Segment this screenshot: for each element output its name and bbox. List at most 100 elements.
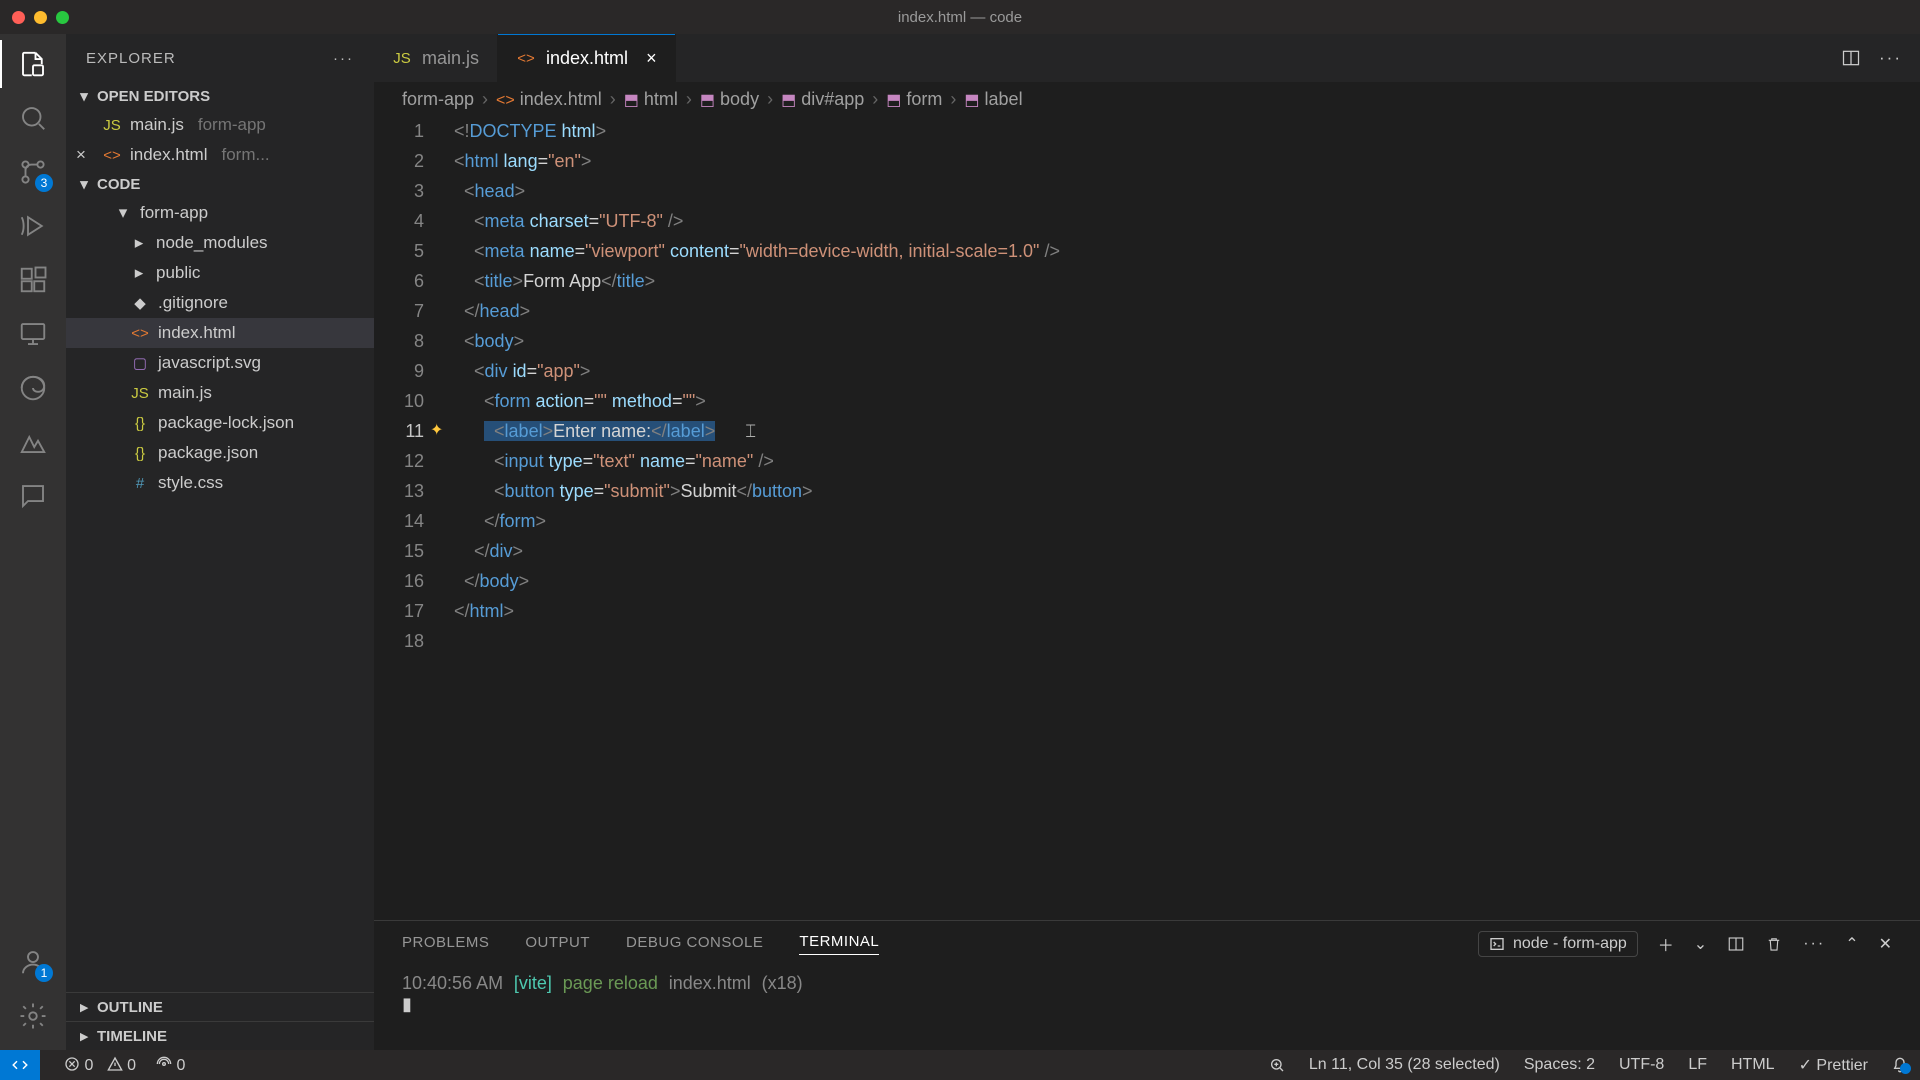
outline-section[interactable]: ▸ OUTLINE: [66, 992, 374, 1021]
search-activity-icon[interactable]: [15, 100, 51, 136]
panel-tab[interactable]: OUTPUT: [525, 934, 590, 955]
eol-status[interactable]: LF: [1688, 1056, 1707, 1074]
panel-tab[interactable]: TERMINAL: [799, 933, 879, 955]
file-icon: {}: [130, 415, 150, 432]
more-actions-icon[interactable]: ···: [1879, 48, 1902, 68]
remote-activity-icon[interactable]: [15, 316, 51, 352]
breadcrumb-item[interactable]: <> index.html: [496, 89, 602, 110]
split-editor-icon[interactable]: [1841, 48, 1861, 68]
terminal-process-select[interactable]: node - form-app: [1478, 931, 1638, 957]
code-line[interactable]: </div>: [454, 536, 1920, 566]
file-item[interactable]: <>index.html: [66, 318, 374, 348]
breadcrumb-item[interactable]: ⬒ form: [886, 89, 942, 110]
code-line[interactable]: <title>Form App</title>: [454, 266, 1920, 296]
breadcrumb-item[interactable]: ⬒ html: [624, 89, 678, 110]
close-window-button[interactable]: [12, 11, 25, 24]
chevron-right-icon: ▸: [75, 1027, 93, 1045]
code-line[interactable]: [454, 626, 1920, 656]
terminal-output[interactable]: 10:40:56 AM [vite] page reload index.htm…: [374, 967, 1920, 1050]
file-icon: <>: [516, 50, 536, 67]
chevron-right-icon: ▸: [130, 264, 148, 282]
explorer-activity-icon[interactable]: [15, 46, 51, 82]
file-item[interactable]: {}package-lock.json: [66, 408, 374, 438]
minimize-window-button[interactable]: [34, 11, 47, 24]
open-editor-item[interactable]: JSmain.jsform-app: [66, 110, 374, 140]
breadcrumb-item[interactable]: ⬒ body: [700, 89, 759, 110]
file-icon: JS: [130, 385, 150, 402]
panel-more-icon[interactable]: ···: [1803, 935, 1825, 953]
accounts-activity-icon[interactable]: 1: [15, 944, 51, 980]
breadcrumb-item[interactable]: ⬒ label: [964, 89, 1022, 110]
file-item[interactable]: #style.css: [66, 468, 374, 498]
extensions-activity-icon[interactable]: [15, 262, 51, 298]
code-line[interactable]: <head>: [454, 176, 1920, 206]
remote-indicator[interactable]: [0, 1050, 40, 1080]
testing-activity-icon[interactable]: [15, 424, 51, 460]
cursor-position-status[interactable]: Ln 11, Col 35 (28 selected): [1309, 1056, 1500, 1074]
file-item[interactable]: JSmain.js: [66, 378, 374, 408]
file-item[interactable]: {}package.json: [66, 438, 374, 468]
breadcrumb[interactable]: form-app›<> index.html›⬒ html›⬒ body›⬒ d…: [374, 82, 1920, 116]
problems-status[interactable]: 0 0: [64, 1056, 136, 1075]
code-line[interactable]: <button type="submit">Submit</button>: [454, 476, 1920, 506]
account-badge: 1: [35, 964, 53, 982]
maximize-window-button[interactable]: [56, 11, 69, 24]
code-line[interactable]: ✦ <label>Enter name:</label> ⌶: [454, 416, 1920, 446]
source-control-activity-icon[interactable]: 3: [15, 154, 51, 190]
file-item[interactable]: ▢javascript.svg: [66, 348, 374, 378]
breadcrumb-item[interactable]: ⬒ div#app: [781, 89, 864, 110]
code-line[interactable]: </body>: [454, 566, 1920, 596]
code-line[interactable]: </head>: [454, 296, 1920, 326]
run-debug-activity-icon[interactable]: [15, 208, 51, 244]
maximize-panel-icon[interactable]: ⌃: [1845, 934, 1858, 954]
editor-tab[interactable]: <>index.html×: [498, 34, 676, 82]
kill-terminal-icon[interactable]: [1765, 935, 1783, 953]
close-panel-icon[interactable]: ✕: [1879, 934, 1892, 954]
file-item[interactable]: ◆.gitignore: [66, 288, 374, 318]
settings-activity-icon[interactable]: [15, 998, 51, 1034]
folder-item[interactable]: ▸public: [66, 258, 374, 288]
code-line[interactable]: </form>: [454, 506, 1920, 536]
window-title: index.html — code: [898, 9, 1022, 26]
sidebar-more-icon[interactable]: ···: [333, 50, 354, 67]
prettier-status[interactable]: ✓ Prettier: [1799, 1055, 1868, 1075]
edge-activity-icon[interactable]: [15, 370, 51, 406]
indentation-status[interactable]: Spaces: 2: [1524, 1056, 1595, 1074]
encoding-status[interactable]: UTF-8: [1619, 1056, 1664, 1074]
open-editor-item[interactable]: ×<>index.htmlform...: [66, 140, 374, 170]
code-editor[interactable]: 123456789101112131415161718 <!DOCTYPE ht…: [374, 116, 1920, 920]
panel-tab[interactable]: PROBLEMS: [402, 934, 489, 955]
terminal-dropdown-icon[interactable]: ⌄: [1694, 934, 1707, 954]
file-icon: <>: [130, 325, 150, 342]
code-line[interactable]: <html lang="en">: [454, 146, 1920, 176]
code-line[interactable]: <input type="text" name="name" />: [454, 446, 1920, 476]
close-tab-icon[interactable]: ×: [646, 48, 657, 69]
scm-badge: 3: [35, 174, 53, 192]
code-line[interactable]: <form action="" method="">: [454, 386, 1920, 416]
timeline-section[interactable]: ▸ TIMELINE: [66, 1021, 374, 1050]
file-icon: <>: [102, 147, 122, 164]
code-line[interactable]: <!DOCTYPE html>: [454, 116, 1920, 146]
code-line[interactable]: <meta charset="UTF-8" />: [454, 206, 1920, 236]
new-terminal-icon[interactable]: ＋: [1658, 932, 1674, 956]
comment-activity-icon[interactable]: [15, 478, 51, 514]
code-line[interactable]: <meta name="viewport" content="width=dev…: [454, 236, 1920, 266]
open-editors-section[interactable]: ▾ OPEN EDITORS: [66, 82, 374, 110]
folder-item[interactable]: ▸node_modules: [66, 228, 374, 258]
folder-form-app[interactable]: ▾ form-app: [66, 198, 374, 228]
notifications-icon[interactable]: [1892, 1057, 1908, 1073]
panel-tab[interactable]: DEBUG CONSOLE: [626, 934, 763, 955]
zoom-status[interactable]: [1269, 1057, 1285, 1073]
language-status[interactable]: HTML: [1731, 1056, 1775, 1074]
code-line[interactable]: <div id="app">: [454, 356, 1920, 386]
ports-status[interactable]: 0: [156, 1056, 185, 1075]
code-line[interactable]: <body>: [454, 326, 1920, 356]
workspace-section[interactable]: ▾ CODE: [66, 170, 374, 198]
breadcrumb-item[interactable]: form-app: [402, 89, 474, 110]
close-icon[interactable]: ×: [76, 145, 86, 165]
lightbulb-icon[interactable]: ✦: [430, 416, 443, 446]
editor-tabs: JSmain.js<>index.html× ···: [374, 34, 1920, 82]
editor-tab[interactable]: JSmain.js: [374, 34, 498, 82]
code-line[interactable]: </html>: [454, 596, 1920, 626]
split-terminal-icon[interactable]: [1727, 935, 1745, 953]
